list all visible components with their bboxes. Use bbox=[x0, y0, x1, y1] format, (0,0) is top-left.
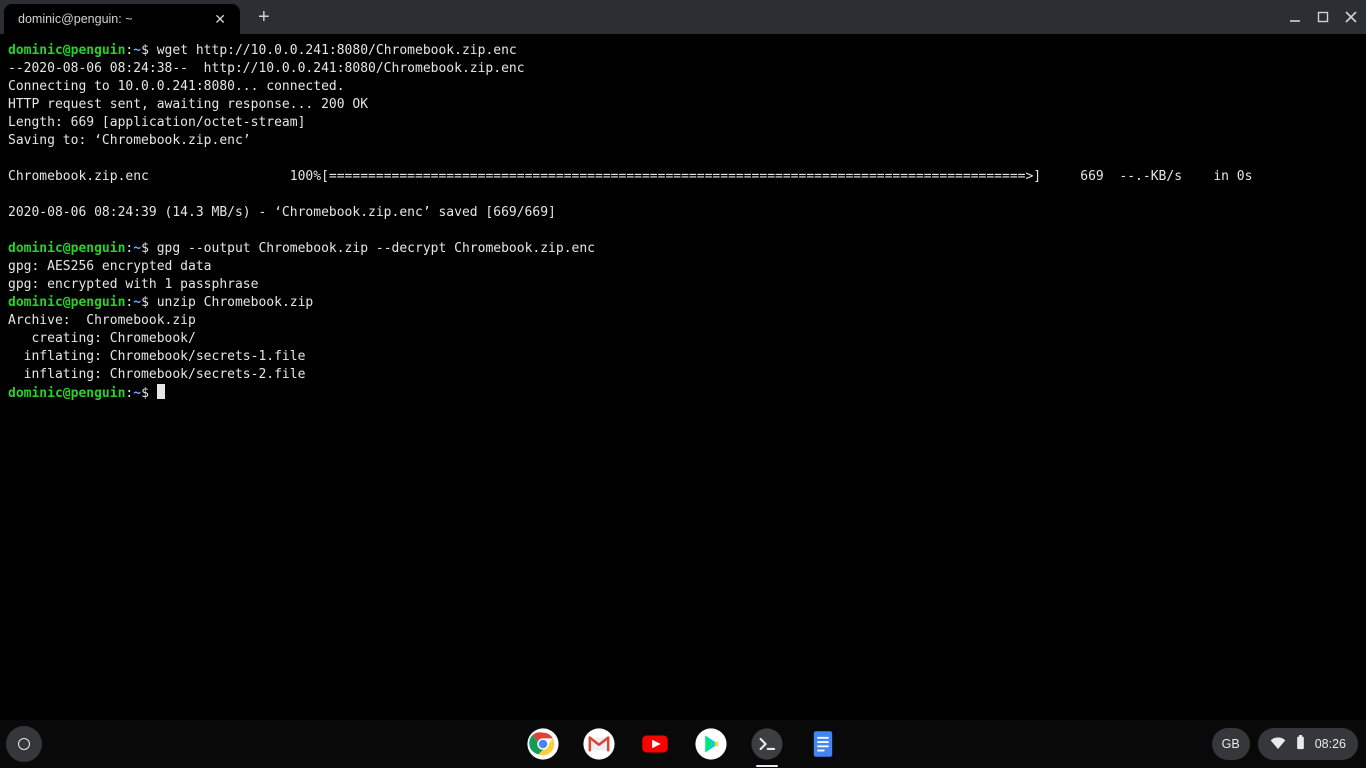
terminal-pane[interactable]: dominic@penguin:~$ wget http://10.0.0.24… bbox=[0, 34, 1366, 720]
wifi-icon bbox=[1270, 737, 1286, 752]
prompt-sigil: $ bbox=[141, 241, 149, 256]
system-tray[interactable]: 08:26 bbox=[1258, 728, 1358, 760]
wget-out-5: Saving to: ‘Chromebook.zip.enc’ bbox=[8, 133, 251, 148]
shelf-apps bbox=[526, 727, 840, 761]
prompt-user: dominic@penguin bbox=[8, 241, 125, 256]
prompt-path: ~ bbox=[133, 241, 141, 256]
cmd-gpg: gpg --output Chromebook.zip --decrypt Ch… bbox=[157, 241, 595, 256]
terminal-app-icon[interactable] bbox=[750, 727, 784, 761]
prompt-path: ~ bbox=[133, 295, 141, 310]
window-titlebar: dominic@penguin: ~ ✕ + bbox=[0, 0, 1366, 34]
window-controls bbox=[1288, 0, 1358, 34]
close-tab-button[interactable]: ✕ bbox=[210, 10, 230, 28]
battery-icon bbox=[1296, 735, 1305, 753]
wget-out-7: 2020-08-06 08:24:39 (14.3 MB/s) - ‘Chrom… bbox=[8, 205, 556, 220]
status-tray: GB 08:26 bbox=[1212, 728, 1358, 760]
ime-indicator[interactable]: GB bbox=[1212, 728, 1250, 760]
prompt-sigil: $ bbox=[141, 386, 149, 401]
prompt-path: ~ bbox=[133, 43, 141, 58]
wget-progress-name: Chromebook.zip.enc 100%[ bbox=[8, 169, 329, 184]
maximize-button[interactable] bbox=[1316, 10, 1330, 24]
new-tab-button[interactable]: + bbox=[258, 7, 270, 27]
prompt-sigil: $ bbox=[141, 43, 149, 58]
chrome-app-icon[interactable] bbox=[526, 727, 560, 761]
wget-out-3: HTTP request sent, awaiting response... … bbox=[8, 97, 368, 112]
wget-progress-bar: ========================================… bbox=[329, 169, 1026, 184]
unzip-out-2: creating: Chromebook/ bbox=[8, 331, 196, 346]
cmd-wget: wget http://10.0.0.241:8080/Chromebook.z… bbox=[157, 43, 517, 58]
gpg-out-2: gpg: encrypted with 1 passphrase bbox=[8, 277, 258, 292]
docs-app-icon[interactable] bbox=[806, 727, 840, 761]
wget-progress-tail: >] 669 --.-KB/s in 0s bbox=[1025, 169, 1252, 184]
prompt-path: ~ bbox=[133, 386, 141, 401]
terminal-cursor bbox=[157, 384, 165, 399]
locale-label: GB bbox=[1222, 737, 1240, 751]
wget-out-2: Connecting to 10.0.0.241:8080... connect… bbox=[8, 79, 345, 94]
cmd-unzip: unzip Chromebook.zip bbox=[157, 295, 314, 310]
wget-out-1: --2020-08-06 08:24:38-- http://10.0.0.24… bbox=[8, 61, 525, 76]
prompt-user: dominic@penguin bbox=[8, 386, 125, 401]
shelf: GB 08:26 bbox=[0, 720, 1366, 768]
gmail-app-icon[interactable] bbox=[582, 727, 616, 761]
clock-label: 08:26 bbox=[1315, 737, 1346, 751]
launcher-button[interactable] bbox=[6, 726, 42, 762]
gpg-out-1: gpg: AES256 encrypted data bbox=[8, 259, 212, 274]
close-window-button[interactable] bbox=[1344, 10, 1358, 24]
prompt-user: dominic@penguin bbox=[8, 295, 125, 310]
prompt-sigil: $ bbox=[141, 295, 149, 310]
unzip-out-4: inflating: Chromebook/secrets-2.file bbox=[8, 367, 305, 382]
prompt-user: dominic@penguin bbox=[8, 43, 125, 58]
unzip-out-1: Archive: Chromebook.zip bbox=[8, 313, 196, 328]
unzip-out-3: inflating: Chromebook/secrets-1.file bbox=[8, 349, 305, 364]
wget-out-4: Length: 669 [application/octet-stream] bbox=[8, 115, 305, 130]
tab-title: dominic@penguin: ~ bbox=[18, 12, 133, 26]
youtube-app-icon[interactable] bbox=[638, 727, 672, 761]
launcher-icon bbox=[18, 738, 30, 750]
minimize-button[interactable] bbox=[1288, 10, 1302, 24]
terminal-tab[interactable]: dominic@penguin: ~ ✕ bbox=[4, 4, 240, 34]
play-store-app-icon[interactable] bbox=[694, 727, 728, 761]
